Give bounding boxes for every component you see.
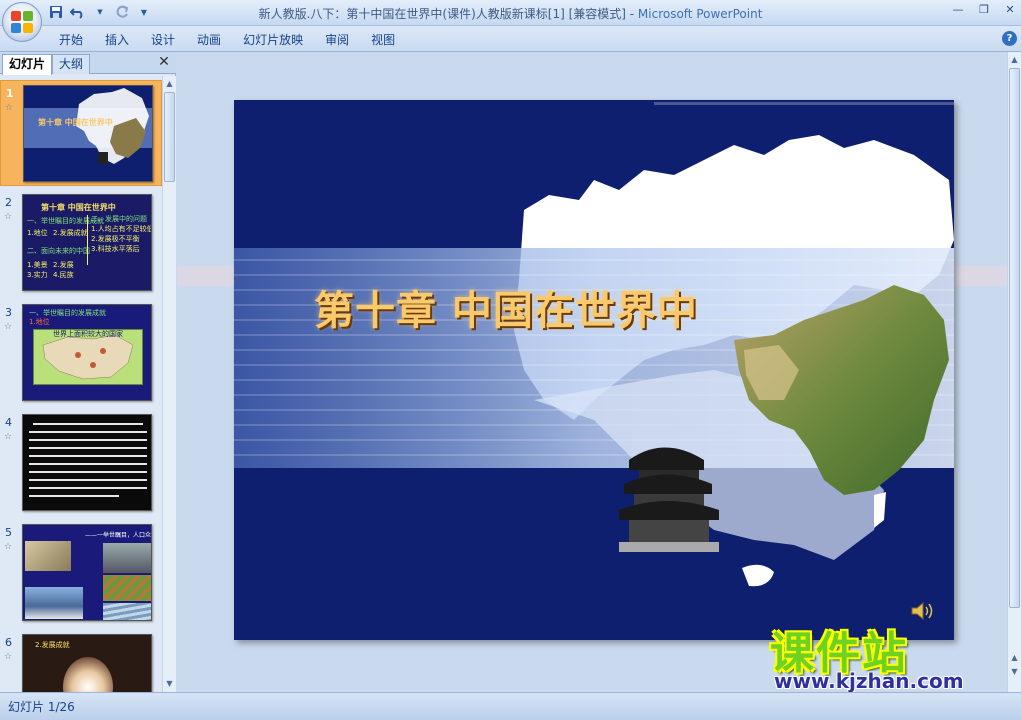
tab-outline[interactable]: 大纲	[52, 54, 91, 74]
thumb-line: 3.实力	[27, 271, 48, 279]
tab-animations[interactable]: 动画	[186, 31, 232, 49]
slide-thumbnail-5[interactable]: 5 ☆ ——一举世瞩目，人口众多	[0, 520, 162, 626]
slides-pane-scrollbar[interactable]: ▲ ▼	[162, 76, 176, 692]
office-logo-icon	[11, 11, 33, 33]
watermark-url: www.kjzhan.com	[774, 669, 964, 693]
slide-number: 2	[5, 196, 12, 209]
window-controls: — ❐ ✕	[951, 3, 1017, 17]
ribbon: 开始 插入 设计 动画 幻灯片放映 审阅 视图 ?	[0, 26, 1021, 52]
slide-preview: 一、举世瞩目的发展成就 1.地位 世界上面积较大的国家	[22, 304, 152, 401]
tab-insert[interactable]: 插入	[94, 31, 140, 49]
transition-star-icon: ☆	[4, 322, 13, 332]
slide-background-map	[234, 102, 954, 587]
restore-icon[interactable]: ❐	[977, 3, 991, 17]
transition-star-icon: ☆	[4, 652, 13, 662]
slide-number: 4	[5, 416, 12, 429]
thumb-line: 1.地位	[27, 229, 48, 237]
tab-slides[interactable]: 幻灯片	[2, 54, 53, 75]
slide-preview: 第十章 中国在世界中	[23, 85, 153, 182]
slide-indicator: 幻灯片 1/26	[8, 700, 75, 714]
tab-review[interactable]: 审阅	[314, 31, 360, 49]
scrollbar-thumb[interactable]	[164, 92, 175, 182]
slide-title[interactable]: 第十章 中国在世界中	[314, 278, 698, 336]
scroll-up-icon[interactable]: ▲	[1009, 54, 1020, 66]
slide-preview	[22, 414, 152, 511]
thumb-line: 二、发展中的问题	[91, 215, 147, 223]
transition-star-icon: ☆	[4, 432, 13, 442]
tab-home[interactable]: 开始	[48, 31, 94, 49]
slide-thumbnail-1[interactable]: 1 ☆ 第十章 中国在世界中	[0, 80, 162, 186]
help-icon[interactable]: ?	[1002, 31, 1017, 46]
thumb-line: 3.科技水平落后	[91, 245, 140, 253]
close-pane-icon[interactable]: ✕	[157, 55, 171, 69]
thumb-line: 2.发展极不平衡	[91, 235, 140, 243]
thumb-line: 二、面向未来的中国	[27, 247, 90, 255]
thumb-title: 第十章 中国在世界中	[38, 118, 113, 127]
transition-star-icon: ☆	[4, 212, 13, 222]
title-bar: ▼ ▼ 新人教版.八下：第十中国在世界中(课件)人教版新课标[1] [兼容模式]…	[0, 0, 1021, 26]
close-icon[interactable]: ✕	[1003, 3, 1017, 17]
thumb-line: 2.发展成就	[53, 229, 88, 237]
slide-thumbnail-3[interactable]: 3 ☆ 一、举世瞩目的发展成就 1.地位 世界上面积较大的国家	[0, 300, 162, 406]
current-slide[interactable]: 第十章 中国在世界中	[234, 100, 954, 640]
next-slide-icon[interactable]: ▼	[1009, 666, 1020, 678]
slide-number: 3	[5, 306, 12, 319]
thumb-map-title: 世界上面积较大的国家	[53, 330, 123, 338]
slide-number: 5	[5, 526, 12, 539]
thumb-line: 1.人均占有不足较低	[91, 225, 152, 233]
slide-preview: 2.发展成就	[22, 634, 152, 692]
ribbon-tabs: 开始 插入 设计 动画 幻灯片放映 审阅 视图	[48, 31, 406, 49]
slide-preview: ——一举世瞩目，人口众多	[22, 524, 152, 621]
thumb-title: 2.发展成就	[35, 641, 70, 649]
thumb-caption: ——一举世瞩目，人口众多	[85, 532, 152, 539]
slide-thumbnail-2[interactable]: 2 ☆ 第十章 中国在世界中 一、举世瞩目的发展成就 1.地位 2.发展成就 二…	[0, 190, 162, 296]
tab-design[interactable]: 设计	[140, 31, 186, 49]
thumb-line: 4.民族	[53, 271, 74, 279]
scrollbar-thumb[interactable]	[1009, 68, 1020, 608]
slide-thumbnails: 1 ☆ 第十章 中国在世界中 2 ☆ 第十章 中国在世界中 一、举世瞩目的发展成…	[0, 76, 162, 692]
thumb-line: 1.美景	[27, 261, 48, 269]
watermark: 课件站 www.kjzhan.com	[770, 617, 1010, 695]
scroll-up-icon[interactable]: ▲	[164, 78, 175, 90]
thumb-line: 2.发展	[53, 261, 74, 269]
pane-tabs: 幻灯片 大纲 ✕	[0, 52, 176, 75]
transition-star-icon: ☆	[4, 542, 13, 552]
slide-number: 6	[5, 636, 12, 649]
status-bar: 幻灯片 1/26	[0, 692, 1021, 720]
slide-preview: 第十章 中国在世界中 一、举世瞩目的发展成就 1.地位 2.发展成就 二、面向未…	[22, 194, 152, 291]
previous-slide-icon[interactable]: ▲	[1009, 652, 1020, 664]
slide-thumbnail-4[interactable]: 4 ☆	[0, 410, 162, 516]
slides-pane: 幻灯片 大纲 ✕ 1 ☆ 第十章 中国在世界中 2 ☆ 第十章 中国在世界中 一…	[0, 52, 176, 692]
slide-number: 1	[6, 87, 14, 100]
office-button[interactable]	[2, 2, 42, 42]
scroll-down-icon[interactable]: ▼	[164, 678, 175, 690]
main-scrollbar[interactable]: ▲ ▲ ▼	[1007, 52, 1021, 692]
minimize-icon[interactable]: —	[951, 3, 965, 17]
tab-view[interactable]: 视图	[360, 31, 406, 49]
slide-editing-area: 第十章 中国在世界中	[177, 52, 1007, 692]
tab-slideshow[interactable]: 幻灯片放映	[232, 31, 314, 49]
thumb-title: 第十章 中国在世界中	[41, 203, 116, 212]
slide-thumbnail-6[interactable]: 6 ☆ 2.发展成就	[0, 630, 162, 692]
transition-star-icon: ☆	[5, 103, 14, 113]
window-title: 新人教版.八下：第十中国在世界中(课件)人教版新课标[1] [兼容模式] - M…	[258, 7, 763, 21]
